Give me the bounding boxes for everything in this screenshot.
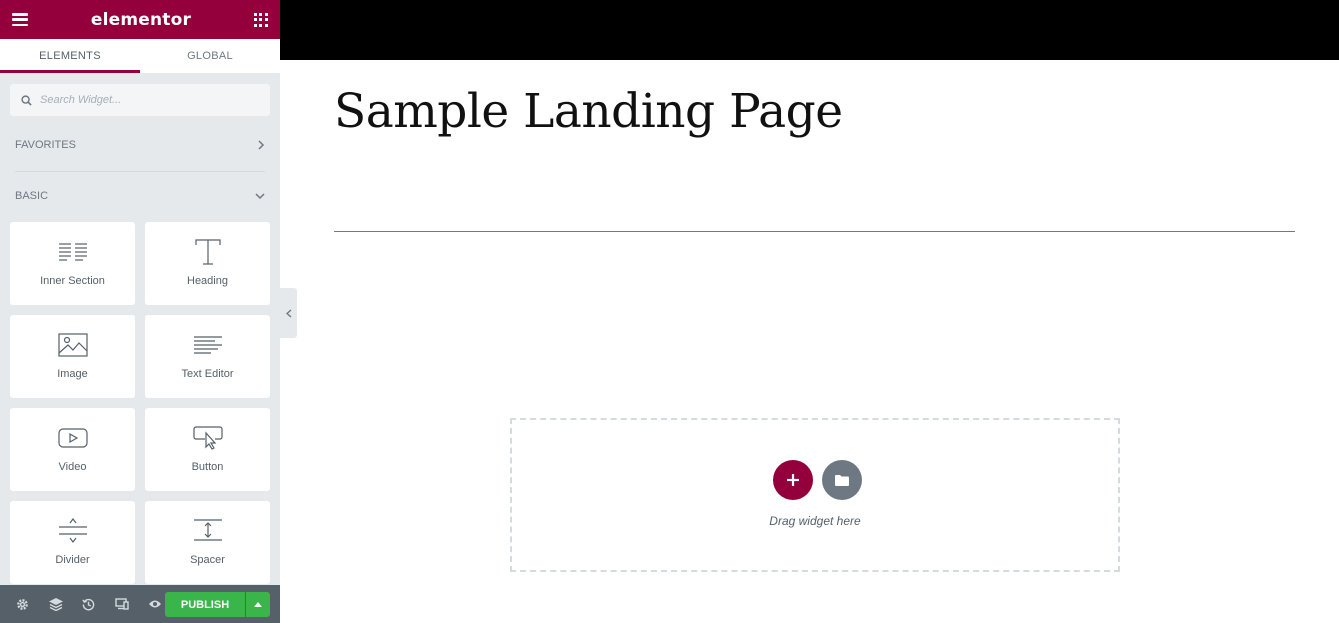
widget-divider[interactable]: Divider: [10, 501, 135, 584]
settings-gear-icon[interactable]: [6, 585, 39, 623]
widgets-grid-icon[interactable]: [253, 12, 268, 27]
button-icon: [192, 423, 223, 453]
widget-inner-section[interactable]: Inner Section: [10, 222, 135, 305]
chevron-right-icon: [258, 140, 265, 150]
widget-label: Heading: [187, 275, 228, 287]
category-divider: [15, 171, 265, 172]
header-section[interactable]: [280, 0, 1339, 60]
widget-label: Inner Section: [40, 275, 105, 287]
divider-line[interactable]: [334, 231, 1295, 232]
widget-label: Spacer: [190, 554, 225, 566]
search-box: [10, 84, 270, 116]
image-icon: [57, 330, 88, 360]
divider-icon: [58, 516, 88, 546]
widget-text-editor[interactable]: Text Editor: [145, 315, 270, 398]
widget-label: Button: [191, 461, 224, 473]
collapse-panel-button[interactable]: [280, 288, 297, 338]
empty-section-dropzone[interactable]: [510, 418, 1120, 572]
widget-label: Video: [58, 461, 87, 473]
widget-label: Image: [57, 368, 88, 380]
caret-up-icon: [254, 602, 262, 607]
chevron-left-icon: [285, 308, 291, 318]
search-icon: [21, 94, 32, 106]
publish-button[interactable]: PUBLISH: [165, 592, 245, 617]
navigator-layers-icon[interactable]: [39, 585, 72, 623]
widget-image[interactable]: Image: [10, 315, 135, 398]
widget-label: Divider: [55, 554, 90, 566]
drag-widget-hint: Drag widget here: [769, 514, 861, 528]
widget-spacer[interactable]: Spacer: [145, 501, 270, 584]
widget-label: Text Editor: [181, 368, 234, 380]
add-section-button[interactable]: [773, 460, 813, 500]
spacer-icon: [193, 516, 223, 546]
category-favorites-label: FAVORITES: [15, 139, 76, 151]
panel-header: elementor: [0, 0, 280, 39]
heading-icon: [194, 237, 222, 267]
tab-elements[interactable]: ELEMENTS: [0, 39, 140, 73]
widget-button[interactable]: Button: [145, 408, 270, 491]
category-basic-label: BASIC: [15, 190, 49, 202]
responsive-mode-icon[interactable]: [105, 585, 138, 623]
menu-icon[interactable]: [12, 13, 28, 26]
publish-options-button[interactable]: [246, 592, 270, 617]
editor-panel: elementor ELEMENTS GLOBAL FAVORITES BASI…: [0, 0, 280, 623]
category-favorites[interactable]: FAVORITES: [0, 127, 280, 163]
inner-section-icon: [58, 237, 88, 267]
add-template-button[interactable]: [822, 460, 862, 500]
tab-global[interactable]: GLOBAL: [140, 39, 280, 73]
plus-icon: [787, 474, 799, 486]
elementor-logo: elementor: [90, 9, 192, 30]
widget-video[interactable]: Video: [10, 408, 135, 491]
category-basic[interactable]: BASIC: [0, 178, 280, 214]
widget-heading[interactable]: Heading: [145, 222, 270, 305]
panel-tabs: ELEMENTS GLOBAL: [0, 39, 280, 73]
text-editor-icon: [193, 330, 223, 360]
video-icon: [57, 423, 88, 453]
folder-icon: [835, 475, 849, 486]
chevron-down-icon: [255, 193, 265, 200]
search-input[interactable]: [40, 94, 250, 106]
page-title[interactable]: Sample Landing Page: [334, 84, 843, 139]
history-icon[interactable]: [72, 585, 105, 623]
